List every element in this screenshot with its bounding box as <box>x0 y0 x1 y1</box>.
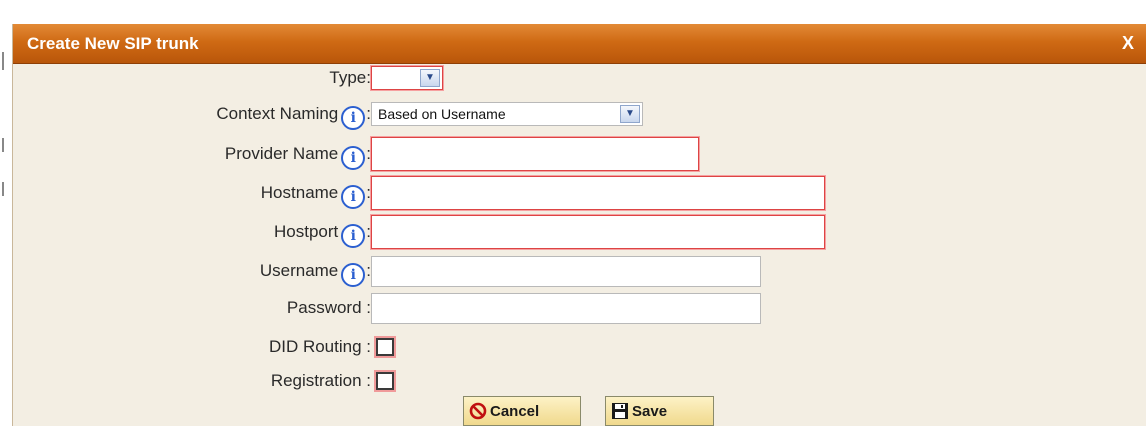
no-entry-icon <box>469 402 487 420</box>
context-naming-row: Context Naming i: Based on Username ▼ <box>13 99 1146 130</box>
registration-label: Registration : <box>271 366 371 396</box>
context-naming-label-text: Context Naming <box>216 104 339 123</box>
save-button[interactable]: Save <box>605 396 714 426</box>
password-row: Password : <box>13 293 1146 324</box>
info-icon[interactable]: i <box>341 106 366 130</box>
did-routing-label-text: DID Routing : <box>268 337 371 356</box>
context-naming-select[interactable]: Based on Username ▼ <box>371 102 643 126</box>
password-input[interactable] <box>371 293 761 324</box>
info-icon[interactable]: i <box>341 263 366 287</box>
username-label-text: Username <box>259 261 339 280</box>
hostname-row: Hostname i: <box>13 176 1146 210</box>
did-routing-row: DID Routing : <box>13 332 1146 362</box>
provider-name-row: Provider Name i: <box>13 137 1146 171</box>
chevron-down-icon: ▼ <box>420 69 440 87</box>
hostname-label-text: Hostname <box>260 183 339 202</box>
hostport-row: Hostport i: <box>13 215 1146 249</box>
info-icon[interactable]: i <box>341 224 366 248</box>
registration-checkbox[interactable] <box>376 372 394 390</box>
hostname-input[interactable] <box>371 176 825 210</box>
username-input[interactable] <box>371 256 761 287</box>
did-routing-label: DID Routing : <box>269 332 371 362</box>
type-row: Type: ▼ <box>13 63 1146 93</box>
save-button-label: Save <box>632 402 668 420</box>
context-naming-select-value: Based on Username <box>378 106 506 122</box>
registration-label-text: Registration : <box>270 371 371 390</box>
provider-name-label-text: Provider Name <box>224 144 339 163</box>
hostport-input[interactable] <box>371 215 825 249</box>
dialog-titlebar: Create New SIP trunk X <box>13 24 1146 64</box>
info-icon[interactable]: i <box>341 146 366 170</box>
hostport-label-text: Hostport <box>274 222 339 241</box>
password-label-text: Password : <box>286 298 371 317</box>
did-routing-checkbox[interactable] <box>376 338 394 356</box>
provider-name-label: Provider Name i: <box>224 139 371 170</box>
close-button[interactable]: X <box>1122 33 1134 54</box>
window-edge <box>0 0 10 426</box>
provider-name-input[interactable] <box>371 137 699 171</box>
context-naming-label: Context Naming i: <box>216 99 371 130</box>
edge-tick <box>2 138 4 152</box>
floppy-disk-icon <box>612 403 628 419</box>
username-row: Username i: <box>13 256 1146 287</box>
password-label: Password : <box>287 293 371 323</box>
edge-tick <box>2 182 4 196</box>
create-sip-trunk-dialog: Create New SIP trunk X Type: ▼ Context N… <box>12 24 1146 426</box>
hostport-label: Hostport i: <box>274 217 371 248</box>
edge-tick <box>2 52 4 70</box>
chevron-down-icon: ▼ <box>620 105 640 123</box>
type-select[interactable]: ▼ <box>371 66 443 90</box>
registration-row: Registration : <box>13 366 1146 396</box>
type-label: Type: <box>329 63 371 93</box>
username-label: Username i: <box>259 256 371 287</box>
cancel-button[interactable]: Cancel <box>463 396 581 426</box>
dialog-title: Create New SIP trunk <box>27 34 199 53</box>
info-icon[interactable]: i <box>341 185 366 209</box>
cancel-button-label: Cancel <box>490 402 540 420</box>
type-label-text: Type: <box>329 68 371 87</box>
hostname-label: Hostname i: <box>260 178 371 209</box>
